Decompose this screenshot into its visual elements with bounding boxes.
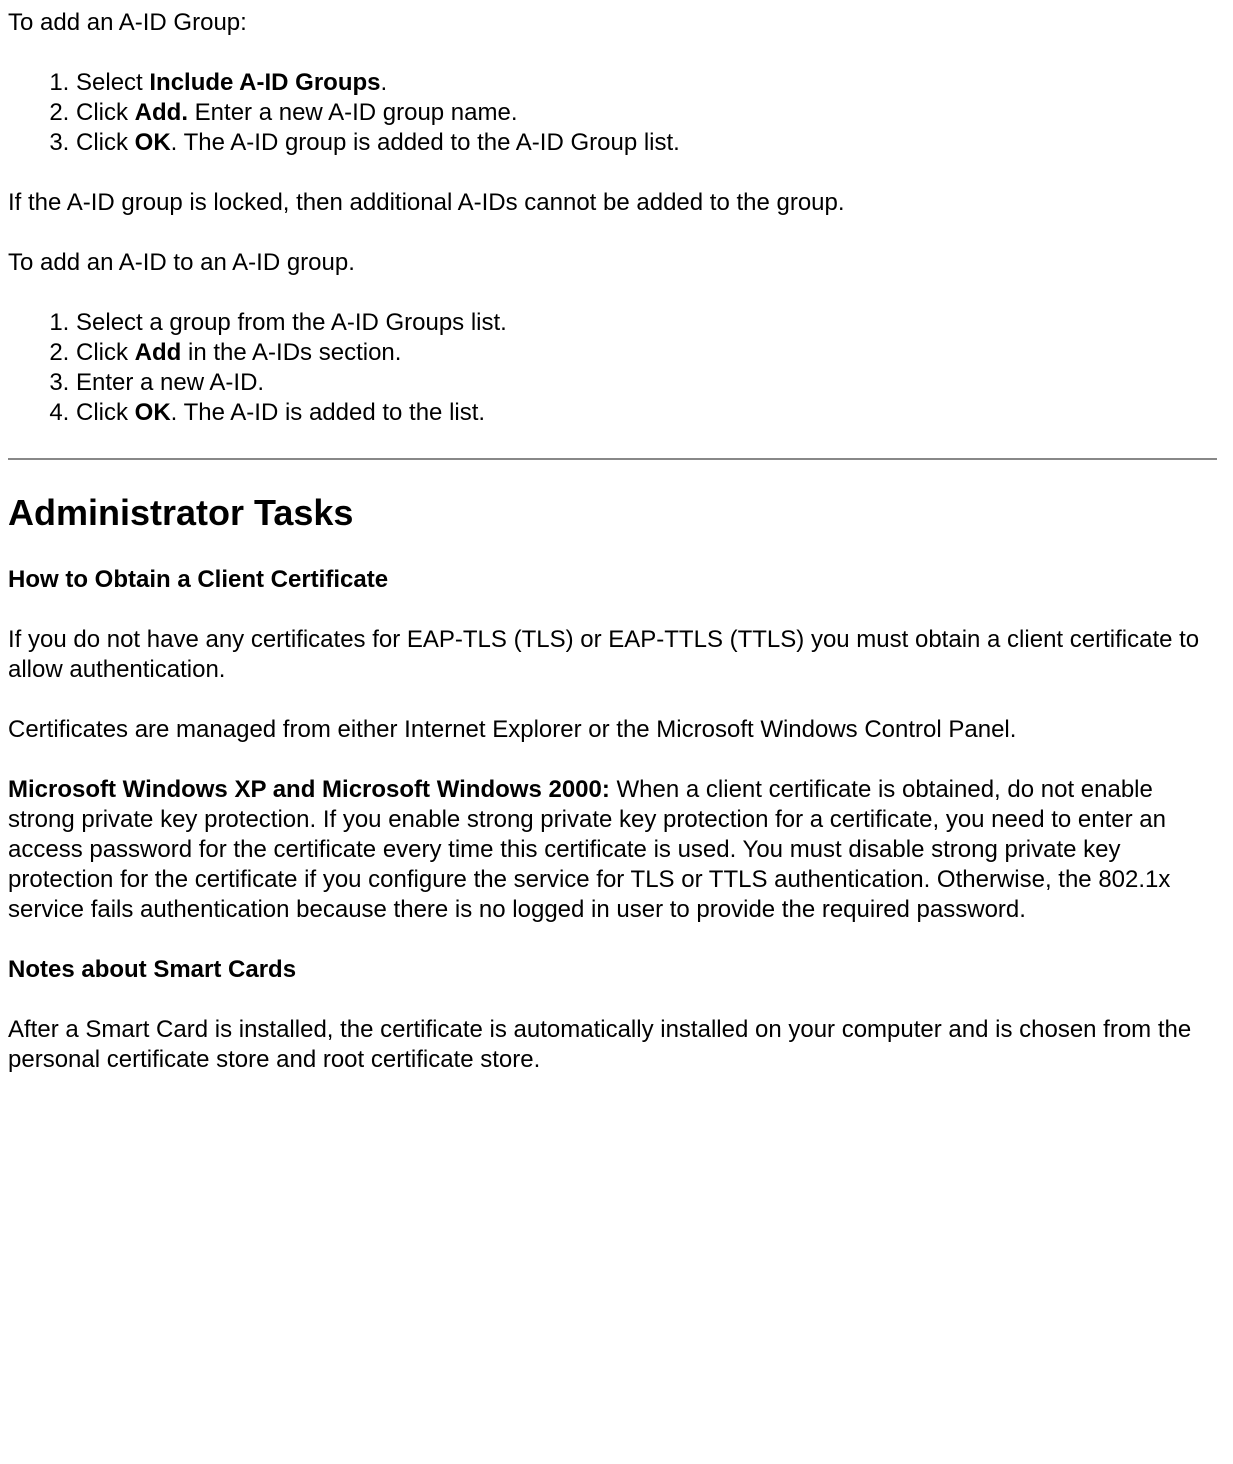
bold-text: OK (135, 399, 171, 426)
paragraph-windows-note: Microsoft Windows XP and Microsoft Windo… (8, 775, 1217, 925)
bold-text: Add. (135, 99, 188, 126)
step-text: Click (76, 339, 135, 366)
step-text: Select (76, 69, 149, 96)
step-text-post: in the A-IDs section. (181, 339, 401, 366)
step-2: Click Add. Enter a new A-ID group name. (76, 98, 1217, 128)
bold-text: Add (135, 339, 182, 366)
bold-platform-label: Microsoft Windows XP and Microsoft Windo… (8, 776, 610, 803)
paragraph-locked-note: If the A-ID group is locked, then additi… (8, 188, 1217, 218)
bold-text: Include A-ID Groups (149, 69, 380, 96)
step-1: Select a group from the A-ID Groups list… (76, 308, 1217, 338)
step-3: Click OK. The A-ID group is added to the… (76, 128, 1217, 158)
paragraph-smart-card-note: After a Smart Card is installed, the cer… (8, 1015, 1217, 1075)
step-text: Click (76, 99, 135, 126)
step-1: Select Include A-ID Groups. (76, 68, 1217, 98)
step-text-post: . The A-ID is added to the list. (171, 399, 485, 426)
heading-smart-cards: Notes about Smart Cards (8, 955, 1217, 985)
paragraph-add-aid-group-intro: To add an A-ID Group: (8, 8, 1217, 38)
step-2: Click Add in the A-IDs section. (76, 338, 1217, 368)
add-aid-to-group-steps: Select a group from the A-ID Groups list… (8, 308, 1217, 428)
section-divider (8, 458, 1217, 460)
step-4: Click OK. The A-ID is added to the list. (76, 398, 1217, 428)
heading-administrator-tasks: Administrator Tasks (8, 490, 1217, 535)
step-3: Enter a new A-ID. (76, 368, 1217, 398)
paragraph-add-aid-to-group-intro: To add an A-ID to an A-ID group. (8, 248, 1217, 278)
paragraph-cert-manage: Certificates are managed from either Int… (8, 715, 1217, 745)
paragraph-cert-need: If you do not have any certificates for … (8, 625, 1217, 685)
step-text-post: . (381, 69, 388, 96)
add-aid-group-steps: Select Include A-ID Groups. Click Add. E… (8, 68, 1217, 158)
step-text-post: Enter a new A-ID group name. (188, 99, 518, 126)
heading-obtain-client-certificate: How to Obtain a Client Certificate (8, 565, 1217, 595)
step-text-post: . The A-ID group is added to the A-ID Gr… (171, 129, 680, 156)
step-text: Click (76, 129, 135, 156)
step-text: Click (76, 399, 135, 426)
bold-text: OK (135, 129, 171, 156)
